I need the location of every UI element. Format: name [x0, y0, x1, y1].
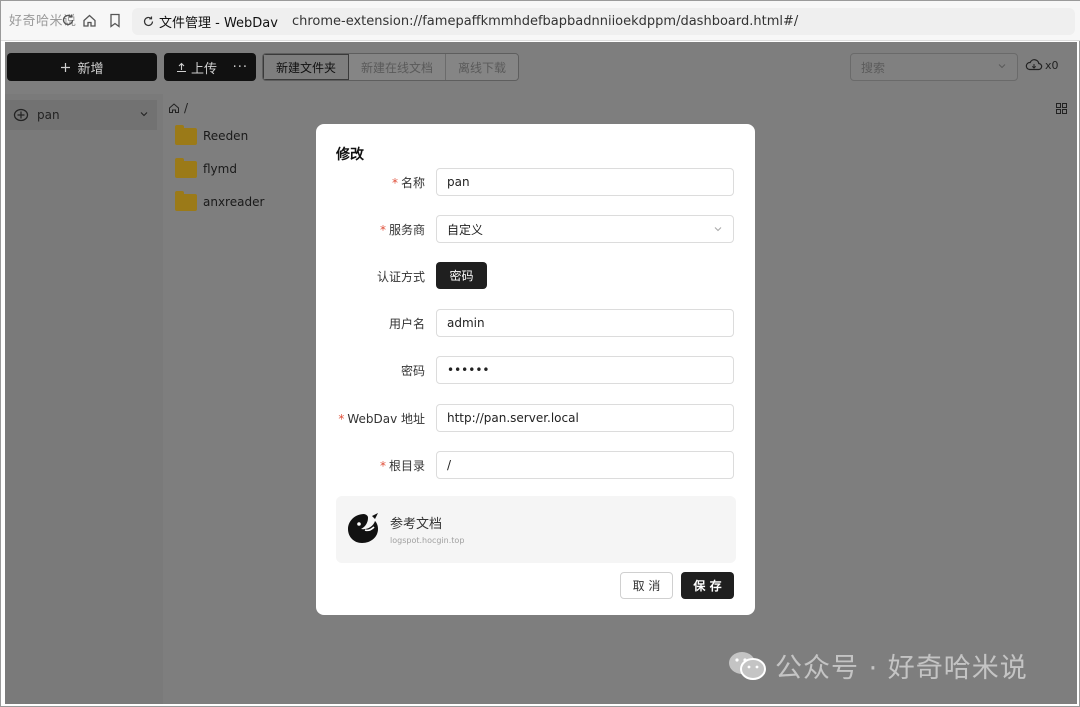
page-icon	[142, 15, 155, 28]
bird-logo-icon	[348, 513, 378, 543]
username-row: 用户名 admin	[316, 309, 755, 337]
breadcrumb-path[interactable]: /	[184, 101, 188, 115]
grid-view-icon[interactable]	[1056, 103, 1067, 114]
home-icon[interactable]	[81, 12, 97, 28]
site-title: 文件管理 - WebDav	[159, 16, 278, 31]
window-frame: 好奇哈米说 文件管理 - WebDav chrome-extension://f…	[0, 0, 1080, 707]
webdav-row: * WebDav 地址 http://pan.server.local	[316, 404, 755, 432]
upload-button[interactable]: 上传 ···	[164, 53, 256, 81]
name-input[interactable]: pan	[436, 168, 734, 196]
name-row: * 名称 pan	[316, 168, 755, 196]
folder-icon	[175, 157, 197, 178]
search-input[interactable]: 搜索	[850, 53, 1018, 81]
folder-item[interactable]: flymd	[175, 157, 237, 180]
root-label: * 根目录	[379, 459, 425, 473]
reload-icon[interactable]	[60, 12, 76, 28]
offline-download-button[interactable]: 离线下载	[446, 54, 519, 80]
root-dir-input[interactable]: /	[436, 451, 734, 479]
save-button[interactable]: 保 存	[681, 572, 734, 599]
upload-more-button[interactable]: ···	[233, 60, 248, 75]
required-mark: *	[338, 412, 345, 426]
webdav-label: * WebDav 地址	[338, 412, 425, 426]
provider-row: * 服务商 自定义	[316, 215, 755, 243]
action-button-group: 新建文件夹 新建在线文档 离线下载	[262, 53, 520, 81]
plus-icon	[61, 62, 71, 72]
url-text[interactable]: chrome-extension://famepaffkmmhdefbapbad…	[292, 14, 798, 29]
watermark-text: 公众号 · 好奇哈米说	[775, 653, 1028, 684]
wechat-icon	[729, 651, 766, 680]
reference-doc-card[interactable]: 参考文档 logspot.hocgin.top	[336, 496, 736, 563]
watermark: 公众号 · 好奇哈米说	[727, 646, 1028, 685]
auth-row: 认证方式 密码	[316, 262, 755, 290]
provider-select[interactable]: 自定义	[436, 215, 734, 243]
sidebar: pan	[5, 94, 163, 704]
sidebar-item-label: pan	[37, 108, 60, 122]
sidebar-item-pan[interactable]: pan	[5, 100, 157, 130]
folder-name: flymd	[203, 162, 237, 176]
breadcrumb: /	[168, 101, 188, 115]
new-folder-button[interactable]: 新建文件夹	[263, 54, 350, 80]
cancel-button[interactable]: 取 消	[620, 572, 673, 599]
home-icon[interactable]	[168, 102, 180, 114]
username-label: 用户名	[388, 317, 425, 331]
new-button-label: 新增	[77, 61, 104, 77]
folder-name: Reeden	[203, 129, 249, 143]
cloud-icon	[1025, 59, 1043, 71]
password-input[interactable]: ••••••	[436, 356, 734, 384]
webdav-url-input[interactable]: http://pan.server.local	[436, 404, 734, 432]
password-label: 密码	[400, 364, 425, 378]
folder-icon	[175, 190, 197, 211]
bookmark-icon[interactable]	[107, 12, 123, 28]
password-row: 密码 ••••••	[316, 356, 755, 384]
storage-icon	[13, 108, 29, 122]
new-online-doc-button[interactable]: 新建在线文档	[349, 54, 447, 80]
cloud-sync-indicator[interactable]: x0	[1025, 58, 1059, 72]
dialog-title: 修改	[336, 147, 364, 163]
chevron-down-icon	[998, 64, 1006, 69]
cloud-count: x0	[1045, 58, 1059, 72]
upload-icon	[177, 62, 186, 72]
required-mark: *	[379, 223, 386, 237]
browser-toolbar: 好奇哈米说 文件管理 - WebDav chrome-extension://f…	[1, 1, 1080, 41]
chevron-down-icon	[714, 227, 722, 232]
reference-title: 参考文档	[390, 517, 443, 532]
edit-dialog: 修改 * 名称 pan * 服务商 自定义 认证方式 密码 用户名 admin 密码…	[316, 124, 755, 615]
folder-icon	[175, 124, 197, 145]
required-mark: *	[379, 459, 386, 473]
name-label: * 名称	[391, 176, 425, 190]
address-bar[interactable]: 文件管理 - WebDav chrome-extension://famepaf…	[132, 8, 1075, 35]
root-row: * 根目录 /	[316, 451, 755, 479]
reference-subtitle: logspot.hocgin.top	[390, 536, 465, 545]
upload-button-label: 上传	[191, 61, 218, 77]
folder-item[interactable]: anxreader	[175, 190, 265, 213]
required-mark: *	[391, 176, 398, 190]
new-button[interactable]: 新增	[7, 53, 157, 81]
chevron-down-icon	[140, 112, 148, 117]
app-topbar: 新增 上传 ··· 新建文件夹 新建在线文档 离线下载 搜索 x0	[5, 42, 1077, 94]
username-input[interactable]: admin	[436, 309, 734, 337]
provider-label: * 服务商	[379, 223, 425, 237]
folder-item[interactable]: Reeden	[175, 124, 249, 147]
auth-password-button[interactable]: 密码	[436, 262, 487, 289]
search-placeholder: 搜索	[861, 60, 886, 75]
folder-name: anxreader	[203, 195, 265, 209]
auth-label: 认证方式	[376, 270, 425, 284]
